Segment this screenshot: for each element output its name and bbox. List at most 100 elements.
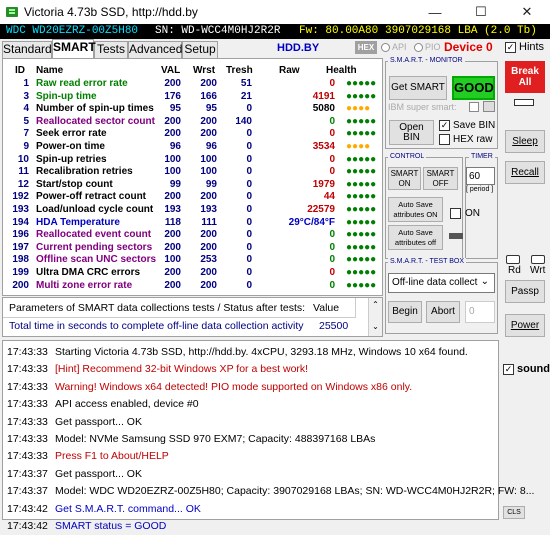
table-row[interactable]: 199 Ultra DMA CRC errors 200 200 0 0 ●●●●● [3, 267, 382, 280]
table-row[interactable]: 3 Spin-up time 176 166 21 4191 ●●●●● [3, 91, 382, 104]
smart-id: 5 [23, 115, 29, 127]
smart-val: 176 [164, 90, 181, 102]
smart-val: 193 [164, 204, 181, 215]
ibm-super-smart-checkbox[interactable] [469, 102, 479, 112]
smart-off-button[interactable]: SMART OFF [423, 167, 458, 190]
test-type-select[interactable]: Off-line data collect ⌄ [388, 273, 495, 293]
table-row[interactable]: 11 Recalibration retries 100 100 0 0 ●●●●● [3, 166, 382, 179]
smart-name: Seek error rate [36, 128, 107, 140]
window-title: Victoria 4.73b SSD, http://hdd.by [24, 5, 198, 19]
save-bin-checkbox[interactable]: ✓ [439, 120, 450, 131]
log-panel: 17:43:33 Starting Victoria 4.73b SSD, htt… [2, 340, 534, 532]
table-row[interactable]: 192 Power-off retract count 200 200 0 44 ●●●●● [3, 191, 382, 204]
scroll-down-icon[interactable]: ⌄ [369, 320, 382, 334]
log-message: Warning! Windows x64 detected! PIO mode … [55, 380, 413, 393]
tab-advanced[interactable]: Advanced [128, 41, 182, 58]
smart-health: ●●●●● [346, 204, 377, 215]
log-message: [Hint] Recommend 32-bit Windows XP for a… [55, 363, 309, 376]
table-row[interactable]: 7 Seek error rate 200 200 0 0 ●●●●● [3, 128, 382, 141]
api-label: API [392, 42, 407, 52]
col-id: ID [15, 65, 25, 76]
ibm-config-icon[interactable] [483, 101, 495, 112]
minimize-button[interactable]: — [412, 0, 458, 24]
open-bin-button[interactable]: Open BIN [389, 120, 434, 145]
pio-label: PIO [425, 42, 441, 52]
tab-tests[interactable]: Tests [94, 41, 128, 58]
smart-wrst: 200 [200, 229, 217, 241]
smart-tresh: 0 [246, 204, 252, 215]
table-row[interactable]: 1 Raw read error rate 200 200 51 0 ●●●●● [3, 78, 382, 91]
power-button[interactable]: Power [505, 314, 545, 337]
smart-id: 193 [12, 204, 29, 215]
recall-button[interactable]: Recall [505, 161, 545, 184]
smart-tresh: 0 [246, 216, 252, 228]
autosave-off-button[interactable]: Auto Save attributes off [388, 225, 443, 250]
smart-tresh: 21 [240, 90, 252, 102]
params-scrollbar[interactable]: ⌃ ⌄ [368, 298, 382, 336]
smart-tresh: 0 [246, 103, 252, 115]
smart-raw: 22579 [307, 204, 335, 215]
table-row[interactable]: 12 Start/stop count 99 99 0 1979 ●●●●● [3, 179, 382, 192]
passp-button[interactable]: Passp [505, 280, 545, 303]
smart-tresh: 0 [246, 141, 252, 152]
table-row[interactable]: 9 Power-on time 96 96 0 3534 ●●●● [3, 141, 382, 154]
hex-raw-checkbox[interactable] [439, 134, 450, 145]
smart-status-badge: GOOD [452, 76, 495, 100]
smart-raw: 0 [329, 78, 335, 89]
table-row[interactable]: 194 HDA Temperature 118 111 0 29°C/84°F ●●●●● [3, 217, 382, 230]
maximize-button[interactable]: ☐ [458, 0, 504, 24]
smart-val: 99 [169, 178, 181, 190]
smart-tresh: 0 [246, 191, 252, 203]
cls-button[interactable]: CLS [503, 506, 525, 519]
smart-wrst: 200 [200, 241, 217, 253]
log-time: 17:43:33 [7, 398, 48, 411]
get-smart-button[interactable]: Get SMART [389, 76, 447, 100]
smart-on-button[interactable]: SMART ON [388, 167, 421, 190]
table-row[interactable]: 197 Current pending sectors 200 200 0 0 ●●●●● [3, 242, 382, 255]
log-message: SMART status = GOOD [55, 520, 167, 532]
smart-id: 200 [12, 279, 29, 291]
begin-button[interactable]: Begin [388, 301, 422, 323]
table-row[interactable]: 200 Multi zone error rate 200 200 0 0 ●●●●● [3, 280, 382, 293]
smart-name: Load/unload cycle count [36, 204, 154, 215]
sleep-button[interactable]: Sleep [505, 130, 545, 153]
smart-health: ●●●●● [346, 216, 377, 228]
hints-checkbox[interactable]: ✓ [505, 42, 516, 53]
smart-wrst: 200 [200, 78, 217, 89]
tab-setup[interactable]: Setup [182, 41, 218, 58]
col-tresh: Tresh [226, 65, 253, 76]
smart-raw: 1979 [312, 178, 335, 190]
tab-standard[interactable]: Standard [2, 41, 52, 58]
smart-id: 197 [12, 241, 29, 253]
params-row-label: Total time in seconds to complete off-li… [9, 320, 304, 332]
tab-smart[interactable]: SMART [52, 39, 96, 58]
table-row[interactable]: 4 Number of spin-up times 95 95 0 5080 ●●●● [3, 103, 382, 116]
table-row[interactable]: 193 Load/unload cycle count 193 193 0 22579 ●●… [3, 204, 382, 217]
hex-toggle[interactable]: HEX [355, 41, 377, 54]
smart-raw: 0 [329, 128, 335, 140]
api-radio[interactable] [381, 43, 390, 52]
table-row[interactable]: 10 Spin-up retries 100 100 0 0 ●●●●● [3, 154, 382, 167]
smart-id: 10 [17, 153, 29, 165]
test-count-field[interactable]: 0 [465, 301, 495, 323]
pio-radio[interactable] [414, 43, 423, 52]
table-row[interactable]: 198 Offline scan UNC sectors 100 253 0 0 ●●●●● [3, 254, 382, 267]
scroll-up-icon[interactable]: ⌃ [369, 298, 382, 312]
break-all-button[interactable]: Break All [505, 61, 545, 93]
timer-input[interactable]: 60 [466, 167, 495, 185]
smart-name: Power-on time [36, 141, 105, 152]
table-row[interactable]: 5 Reallocated sector count 200 200 140 0 ●●●●● [3, 116, 382, 129]
smart-val: 200 [164, 78, 181, 89]
smart-val: 200 [164, 115, 181, 127]
smart-health: ●●●●● [346, 78, 377, 89]
sound-checkbox[interactable]: ✓ [503, 364, 514, 375]
autosave-on-button[interactable]: Auto Save attributes ON [388, 197, 443, 222]
device-label[interactable]: Device 0 [444, 40, 493, 54]
smart-id: 11 [18, 166, 29, 178]
smart-raw: 5080 [312, 103, 335, 115]
abort-button[interactable]: Abort [426, 301, 460, 323]
table-row[interactable]: 196 Reallocated event count 200 200 0 0 ●●●●● [3, 229, 382, 242]
autosave-on-checkbox[interactable] [450, 208, 461, 219]
smart-health: ●●●●● [346, 128, 377, 140]
close-button[interactable]: ✕ [504, 0, 550, 24]
